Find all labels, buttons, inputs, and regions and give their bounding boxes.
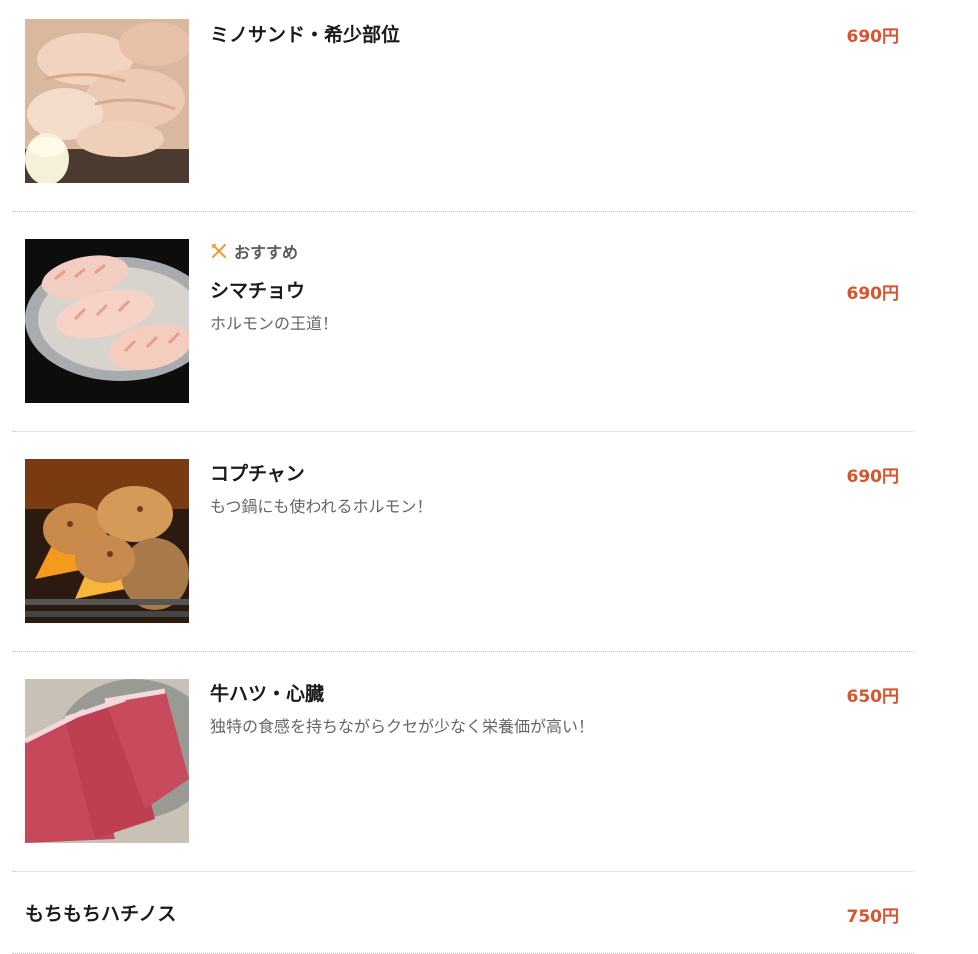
menu-item-description: ホルモンの王道！ — [210, 314, 339, 333]
menu-item-name: もちもちハチノス — [25, 903, 177, 925]
menu-item-description: 独特の食感を持ちながらクセが少なく栄養価が高い！ — [210, 717, 595, 736]
menu-item-price: 690円 — [846, 467, 900, 487]
menu-item-name: コプチャン — [210, 463, 305, 485]
menu-item-photo — [25, 679, 189, 843]
menu-item-photo — [25, 19, 189, 183]
menu-item[interactable]: おすすめ シマチョウ 690円 ホルモンの王道！ — [12, 212, 914, 432]
menu-item-price: 750円 — [846, 907, 900, 927]
menu-item[interactable]: コプチャン 690円 もつ鍋にも使われるホルモン！ — [12, 432, 914, 652]
menu-item[interactable]: 牛ハツ・心臓 650円 独特の食感を持ちながらクセが少なく栄養価が高い！ — [12, 652, 914, 872]
recommended-badge: おすすめ — [210, 239, 298, 263]
menu-item-photo — [25, 239, 189, 403]
menu-item[interactable]: もちもちハチノス 750円 — [12, 872, 914, 954]
badge-label: おすすめ — [234, 243, 299, 262]
menu-item-name: ミノサンド・希少部位 — [210, 24, 401, 46]
menu-item-name: シマチョウ — [210, 280, 306, 302]
menu-item-photo — [25, 459, 189, 623]
menu-item-price: 690円 — [846, 27, 900, 47]
menu-item-price: 650円 — [846, 687, 900, 707]
menu-item-description: もつ鍋にも使われるホルモン！ — [210, 497, 433, 516]
menu-item-price: 690円 — [846, 284, 900, 304]
fork-knife-icon — [210, 242, 228, 260]
menu-item[interactable]: ミノサンド・希少部位 690円 — [12, 0, 914, 212]
menu-item-name: 牛ハツ・心臓 — [210, 683, 325, 705]
